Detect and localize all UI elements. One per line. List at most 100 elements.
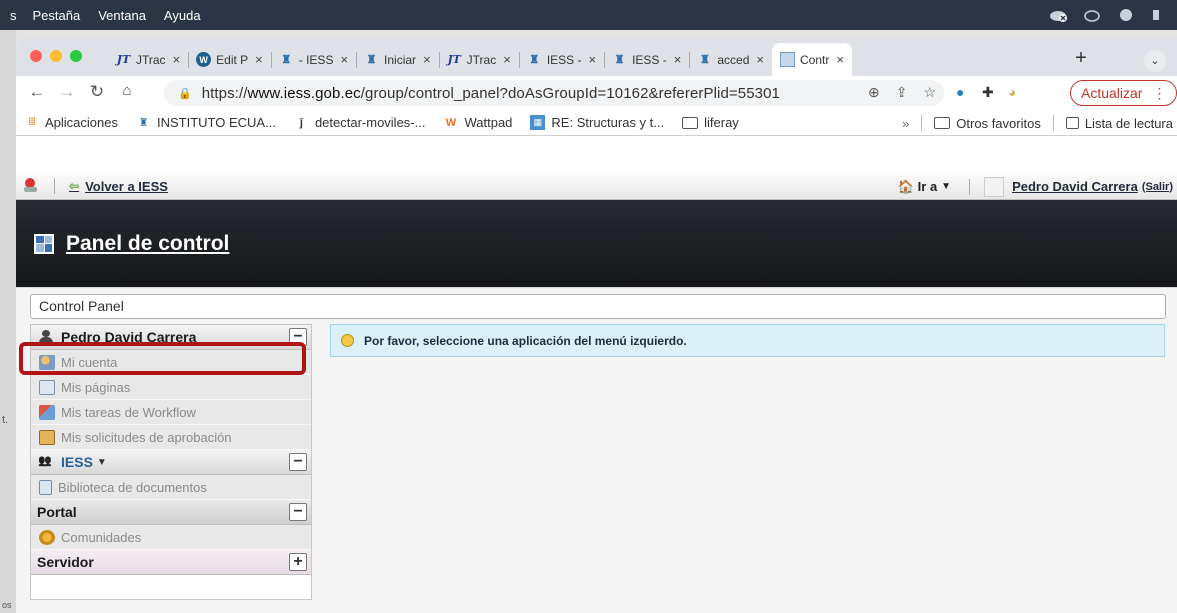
vpn-globe-icon[interactable] (1117, 8, 1135, 22)
avatar[interactable] (984, 176, 1005, 197)
tab-iess-3[interactable]: ♜ IESS - × (604, 43, 689, 76)
tab-close-icon[interactable]: × (674, 52, 682, 67)
dropdown-arrow-icon[interactable]: ▼ (97, 457, 107, 468)
lightbulb-icon (341, 334, 354, 347)
tab-close-icon[interactable]: × (756, 52, 764, 67)
grid-app-icon: ▦ (530, 115, 546, 130)
bookmarks-bar: ⁞⁞⁞ Aplicaciones ♜ INSTITUTO ECUA... ǰ d… (16, 110, 1177, 136)
tab-control-panel[interactable]: Contr × (772, 43, 852, 76)
menu-item-workflow-tasks[interactable]: Mis tareas de Workflow (31, 400, 311, 425)
tab-label: IESS - (632, 52, 667, 67)
forward-arrow-icon[interactable]: → (56, 82, 78, 102)
tab-iniciar[interactable]: ♜ Iniciar × (356, 43, 439, 76)
new-tab-button[interactable]: + (1068, 47, 1094, 71)
divider (54, 178, 55, 194)
page-title[interactable]: Panel de control (66, 232, 229, 256)
document-library-icon (39, 479, 52, 495)
bookmark-wattpad[interactable]: W Wattpad (443, 115, 513, 130)
pages-icon (39, 379, 55, 395)
menu-item-communities[interactable]: Comunidades (31, 525, 311, 550)
tab-strip: JT JTrac × W Edit P × ♜ - IESS × ♜ Inici… (16, 38, 1177, 76)
tab-jtrac-1[interactable]: JT JTrac × (108, 43, 188, 76)
bookmark-apps[interactable]: ⁞⁞⁞ Aplicaciones (24, 115, 118, 130)
browser-toolbar: ← → ↻ ⌂ 🔒 https://www.iess.gob.ec/group/… (16, 76, 1177, 110)
bookmark-structuras[interactable]: ▦ RE: Structuras y t... (530, 115, 664, 130)
collapse-icon[interactable]: − (289, 453, 307, 471)
liferay-logo-icon[interactable] (24, 178, 38, 194)
bookmark-label: RE: Structuras y t... (551, 115, 665, 130)
tab-close-icon[interactable]: × (340, 52, 348, 67)
liferay-icon (780, 52, 795, 67)
menu-item-document-library[interactable]: Biblioteca de documentos (31, 475, 311, 500)
menu-ayuda[interactable]: Ayuda (164, 8, 201, 23)
menu-item-my-pages[interactable]: Mis páginas (31, 375, 311, 400)
extensions-puzzle-icon[interactable]: ✚ (982, 84, 994, 101)
reading-list[interactable]: Lista de lectura (1085, 116, 1173, 131)
reload-icon[interactable]: ↻ (86, 82, 108, 102)
tab-close-icon[interactable]: × (173, 52, 181, 67)
tab-iess-2[interactable]: ♜ IESS - × (518, 43, 604, 76)
bookmark-instituto[interactable]: ♜ INSTITUTO ECUA... (136, 115, 276, 130)
other-bookmarks[interactable]: Otros favoritos (956, 116, 1041, 131)
tab-acced[interactable]: ♜ acced × (689, 43, 772, 76)
browser-window: JT JTrac × W Edit P × ♜ - IESS × ♜ Inici… (16, 38, 1177, 613)
section-server-header[interactable]: Servidor + (31, 550, 311, 575)
home-icon[interactable]: ⌂ (116, 82, 138, 99)
minimize-window-button[interactable] (50, 50, 62, 62)
menu-item-label: Mis solicitudes de aprobación (61, 429, 232, 445)
share-icon[interactable]: ⇪ (896, 84, 908, 101)
section-title: Portal (37, 504, 77, 520)
collapse-icon[interactable]: − (289, 503, 307, 521)
goto-menu[interactable]: 🏠 Ir a ▼ (897, 179, 951, 195)
lock-icon[interactable]: 🔒 (178, 87, 192, 100)
tab-label: JTrac (136, 52, 166, 67)
menubar-status-icons (1049, 0, 1169, 30)
back-arrow-icon[interactable]: ← (26, 82, 48, 102)
tab-close-icon[interactable]: × (589, 52, 597, 67)
tab-iess-1[interactable]: ♜ - IESS × (270, 43, 356, 76)
tab-close-icon[interactable]: × (423, 52, 431, 67)
back-to-site-link[interactable]: ⇦ Volver a IESS (69, 179, 168, 194)
tab-close-icon[interactable]: × (503, 52, 511, 67)
bookmark-liferay[interactable]: liferay (682, 115, 739, 130)
creative-cloud-icon[interactable] (1083, 8, 1101, 22)
bookmark-detectar-moviles[interactable]: ǰ detectar-moviles-... (294, 115, 426, 130)
zoom-icon[interactable]: ⊕ (868, 84, 880, 101)
tab-label: IESS - (546, 52, 582, 67)
update-browser-button[interactable]: Actualizar ⋮ (1070, 80, 1177, 106)
extension-globe-icon[interactable]: ● (956, 84, 964, 100)
menu-item-label: Mis páginas (61, 379, 131, 395)
control-panel-body: Control Panel Pedro David Carrera − Mi c… (16, 287, 1177, 613)
tab-search-chevron-icon[interactable]: ⌄ (1144, 50, 1166, 72)
bookmark-star-icon[interactable]: ☆ (923, 84, 936, 101)
sign-out-link[interactable]: (Salir) (1142, 181, 1173, 193)
tab-close-icon[interactable]: × (255, 52, 263, 67)
url-scheme: https:// (201, 84, 248, 102)
section-group-header[interactable]: IESS ▼ − (31, 450, 311, 475)
close-window-button[interactable] (30, 50, 42, 62)
apps-grid-icon: ⁞⁞⁞ (28, 117, 36, 128)
menu-item-approval-requests[interactable]: Mis solicitudes de aprobación (31, 425, 311, 450)
reading-list-icon (1065, 117, 1079, 129)
menu-extra-icon[interactable] (1151, 8, 1169, 22)
url-text[interactable]: https://www.iess.gob.ec/group/control_pa… (202, 85, 780, 102)
expand-icon[interactable]: + (289, 553, 307, 571)
tab-wordpress[interactable]: W Edit P × (188, 43, 271, 76)
menu-ventana[interactable]: Ventana (98, 8, 146, 23)
tab-jtrac-2[interactable]: JT JTrac × (438, 43, 519, 76)
wattpad-icon: W (445, 116, 457, 129)
address-bar[interactable]: 🔒 https://www.iess.gob.ec/group/control_… (164, 80, 944, 106)
user-name-link[interactable]: Pedro David Carrera (1012, 179, 1138, 194)
bookmarks-overflow-chevron-icon[interactable]: » (902, 116, 909, 131)
iess-icon: ♜ (614, 54, 625, 66)
tab-close-icon[interactable]: × (836, 52, 844, 67)
zoom-window-button[interactable] (70, 50, 82, 62)
iess-icon: ♜ (529, 54, 540, 66)
tab-label: Contr (800, 52, 830, 67)
profile-avatar-icon[interactable]: ◕ (1008, 84, 1016, 100)
url-path: /group/control_panel?doAsGroupId=10162&r… (360, 84, 780, 102)
breadcrumb[interactable]: Control Panel (30, 294, 1166, 319)
menu-pestana[interactable]: Pestaña (33, 8, 81, 23)
section-portal-header[interactable]: Portal − (31, 500, 311, 525)
cloud-offline-icon[interactable] (1049, 8, 1067, 22)
